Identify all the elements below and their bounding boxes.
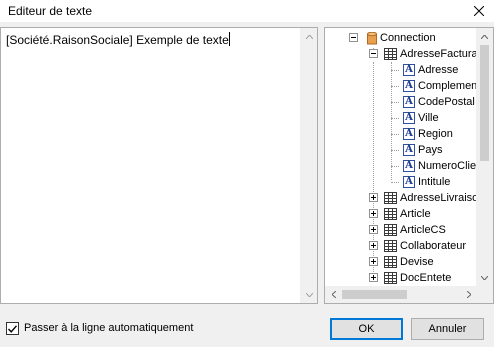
text-editor-dialog: Editeur de texte [Société.RaisonSociale]… <box>0 0 494 347</box>
field-icon: A <box>403 176 415 188</box>
tree-node-connection[interactable]: Connection <box>345 30 436 46</box>
expand-icon[interactable] <box>369 241 378 250</box>
scroll-right-arrow-icon[interactable] <box>460 286 477 303</box>
checkmark-icon <box>8 324 17 333</box>
tree-node-label: NumeroClient <box>418 160 477 172</box>
scrollbar-corner <box>476 286 493 303</box>
tree-node-label: Article <box>400 208 431 220</box>
database-icon <box>367 31 377 45</box>
tree-field-node[interactable]: A CodePostal <box>391 94 475 110</box>
tree-guide-line <box>391 150 399 151</box>
tree-field-node[interactable]: A Pays <box>391 142 442 158</box>
close-button[interactable] <box>464 0 494 22</box>
tree-field-node[interactable]: A NumeroClient <box>391 158 477 174</box>
scroll-down-arrow-icon[interactable] <box>301 286 318 303</box>
tree-guide-line <box>391 182 399 183</box>
tree-guide-line <box>391 70 399 71</box>
text-caret <box>228 32 230 46</box>
tree-node-label: AdresseFacturation <box>400 48 477 60</box>
cancel-button[interactable]: Annuler <box>411 318 484 340</box>
tree-guide-line <box>391 166 399 167</box>
close-icon <box>474 6 484 16</box>
tree-vertical-scrollbar[interactable] <box>476 28 493 286</box>
table-icon <box>384 192 397 204</box>
field-icon: A <box>403 64 415 76</box>
field-tree[interactable]: Connection AdresseFacturation A Adresse … <box>324 27 494 304</box>
tree-node-label: Ville <box>418 112 439 124</box>
word-wrap-label[interactable]: Passer à la ligne automatiquement <box>24 322 193 334</box>
ok-button[interactable]: OK <box>330 318 403 340</box>
table-icon <box>384 240 397 252</box>
word-wrap-checkbox[interactable] <box>6 322 19 335</box>
tree-node-label: CodePostal <box>418 96 475 108</box>
scroll-up-arrow-icon[interactable] <box>476 28 493 45</box>
field-icon: A <box>403 128 415 140</box>
tree-horizontal-scroll-thumb[interactable] <box>342 290 407 299</box>
tree-node-label: Pays <box>418 144 443 156</box>
collapse-icon[interactable] <box>369 49 378 58</box>
table-icon <box>384 208 397 220</box>
scroll-down-arrow-icon[interactable] <box>476 269 493 286</box>
tree-field-node[interactable]: A Intitule <box>391 174 450 190</box>
editor-content[interactable]: [Société.RaisonSociale] Exemple de texte <box>6 32 230 47</box>
tree-node-adresselivraison[interactable]: AdresseLivraison <box>369 190 477 206</box>
tree-guide-line <box>391 134 399 135</box>
title-bar: Editeur de texte <box>0 0 494 22</box>
tree-node-devise[interactable]: Devise <box>369 254 434 270</box>
field-icon: A <box>403 96 415 108</box>
tree-node-articlecs[interactable]: ArticleCS <box>369 222 446 238</box>
collapse-icon[interactable] <box>349 33 358 42</box>
tree-node-collaborateur[interactable]: Collaborateur <box>369 238 466 254</box>
tree-guide-line <box>391 86 399 87</box>
tree-node-label: Region <box>418 128 453 140</box>
tree-node-label: Collaborateur <box>400 240 467 252</box>
text-editor-area[interactable]: [Société.RaisonSociale] Exemple de texte <box>0 27 318 304</box>
scroll-up-arrow-icon[interactable] <box>301 28 318 45</box>
editor-vertical-scrollbar[interactable] <box>300 28 317 303</box>
editor-text: [Société.RaisonSociale] Exemple de texte <box>6 33 229 47</box>
tree-node-label: Complement <box>418 80 477 92</box>
tree-node-label: Devise <box>400 256 434 268</box>
tree-node-label: AdresseLivraison <box>400 192 477 204</box>
expand-icon[interactable] <box>369 209 378 218</box>
table-icon <box>384 272 397 284</box>
table-icon <box>384 256 397 268</box>
expand-icon[interactable] <box>369 225 378 234</box>
tree-node-adressefacturation[interactable]: AdresseFacturation <box>369 46 477 62</box>
tree-node-label: Connection <box>380 32 436 44</box>
expand-icon[interactable] <box>369 273 378 282</box>
field-icon: A <box>403 144 415 156</box>
table-icon <box>384 224 397 236</box>
expand-icon[interactable] <box>369 193 378 202</box>
field-icon: A <box>403 160 415 172</box>
scroll-left-arrow-icon[interactable] <box>325 286 342 303</box>
tree-node-label: Adresse <box>418 64 459 76</box>
tree-field-node[interactable]: A Adresse <box>391 62 458 78</box>
tree-guide-line <box>391 118 399 119</box>
tree-field-node[interactable]: A Ville <box>391 110 439 126</box>
tree-node-label: Intitule <box>418 176 451 188</box>
tree-node-article[interactable]: Article <box>369 206 431 222</box>
field-icon: A <box>403 80 415 92</box>
tree-node-docentete[interactable]: DocEntete <box>369 270 451 286</box>
tree-vertical-scroll-thumb[interactable] <box>480 45 489 161</box>
tree-node-label: ArticleCS <box>400 224 446 236</box>
field-icon: A <box>403 112 415 124</box>
tree-guide-line <box>391 102 399 103</box>
window-title: Editeur de texte <box>8 4 93 18</box>
tree-field-node[interactable]: A Region <box>391 126 453 142</box>
tree-field-node[interactable]: A Complement <box>391 78 477 94</box>
tree-horizontal-scrollbar[interactable] <box>325 286 477 303</box>
tree-viewport: Connection AdresseFacturation A Adresse … <box>325 28 477 286</box>
table-icon <box>384 48 397 60</box>
expand-icon[interactable] <box>369 257 378 266</box>
tree-node-label: DocEntete <box>400 272 452 284</box>
